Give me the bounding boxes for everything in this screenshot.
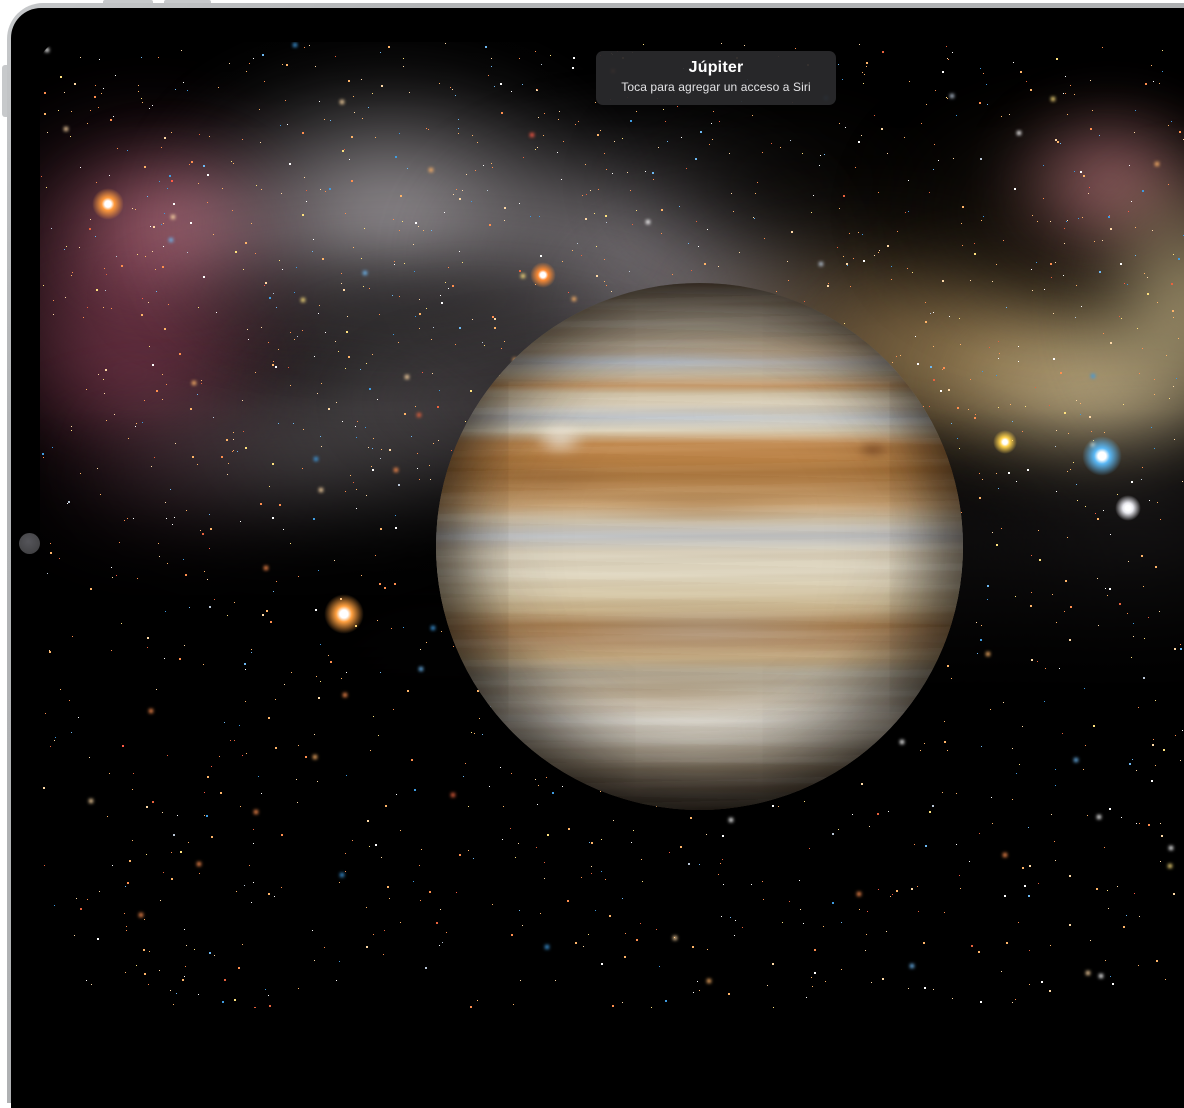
planet-shading xyxy=(436,283,963,810)
bright-star xyxy=(1115,495,1141,521)
bright-star xyxy=(324,594,364,634)
front-camera-icon xyxy=(19,533,40,554)
bright-star xyxy=(92,188,124,220)
bright-star xyxy=(1082,436,1122,476)
tablet-screen: Júpiter Toca para agregar un acceso a Si… xyxy=(40,42,1184,1008)
tablet-frame: Júpiter Toca para agregar un acceso a Si… xyxy=(7,3,1184,1103)
banner-subtitle: Toca para agregar un acceso a Siri xyxy=(596,80,836,94)
page-background: Júpiter Toca para agregar un acceso a Si… xyxy=(0,0,1184,1008)
bright-star xyxy=(993,430,1017,454)
planet-jupiter xyxy=(436,283,963,810)
siri-suggestion-banner[interactable]: Júpiter Toca para agregar un acceso a Si… xyxy=(596,51,836,105)
banner-title: Júpiter xyxy=(596,59,836,77)
